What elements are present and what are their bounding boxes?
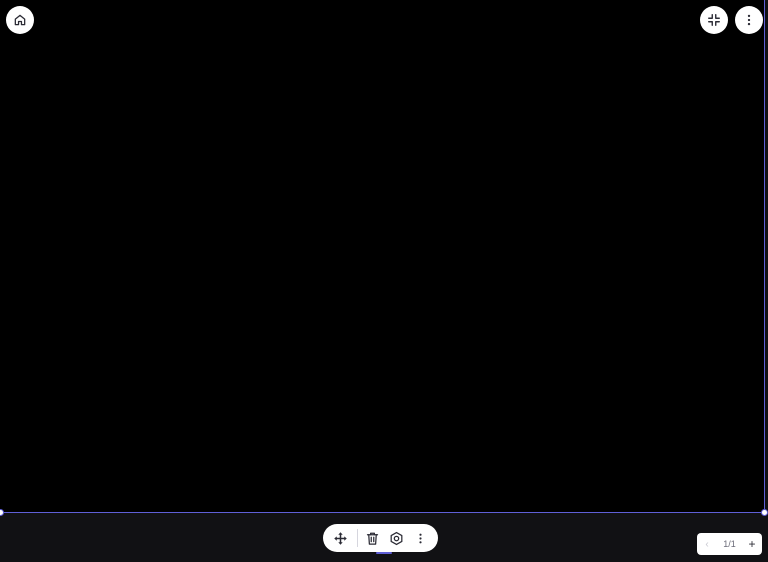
delete-button[interactable] [361, 526, 385, 550]
page-navigator: ‹ 1/1 + [697, 533, 762, 555]
resize-handle-bottom-left[interactable] [0, 509, 4, 516]
element-toolbar [323, 524, 438, 552]
toolbar-more-button[interactable] [408, 526, 432, 550]
move-arrows-icon [334, 531, 348, 545]
toolbar-active-indicator [376, 552, 392, 554]
toolbar-divider [356, 529, 358, 547]
more-options-button[interactable] [735, 6, 763, 34]
resize-handle-bottom-right[interactable] [761, 509, 768, 516]
exit-fullscreen-button[interactable] [700, 6, 728, 34]
exit-fullscreen-icon [708, 14, 720, 26]
more-vertical-icon [419, 533, 422, 543]
move-button[interactable] [329, 526, 353, 550]
home-button[interactable] [6, 6, 34, 34]
gear-icon [390, 531, 403, 545]
more-vertical-icon [747, 14, 751, 26]
previous-page-button[interactable]: ‹ [701, 539, 713, 550]
trash-icon [366, 532, 379, 545]
editor-stage: ‹ 1/1 + [0, 0, 768, 562]
page-count: 1/1 [723, 539, 736, 549]
settings-button[interactable] [384, 526, 408, 550]
add-page-button[interactable]: + [746, 537, 758, 551]
canvas-area[interactable] [0, 0, 765, 513]
home-icon [14, 14, 26, 26]
